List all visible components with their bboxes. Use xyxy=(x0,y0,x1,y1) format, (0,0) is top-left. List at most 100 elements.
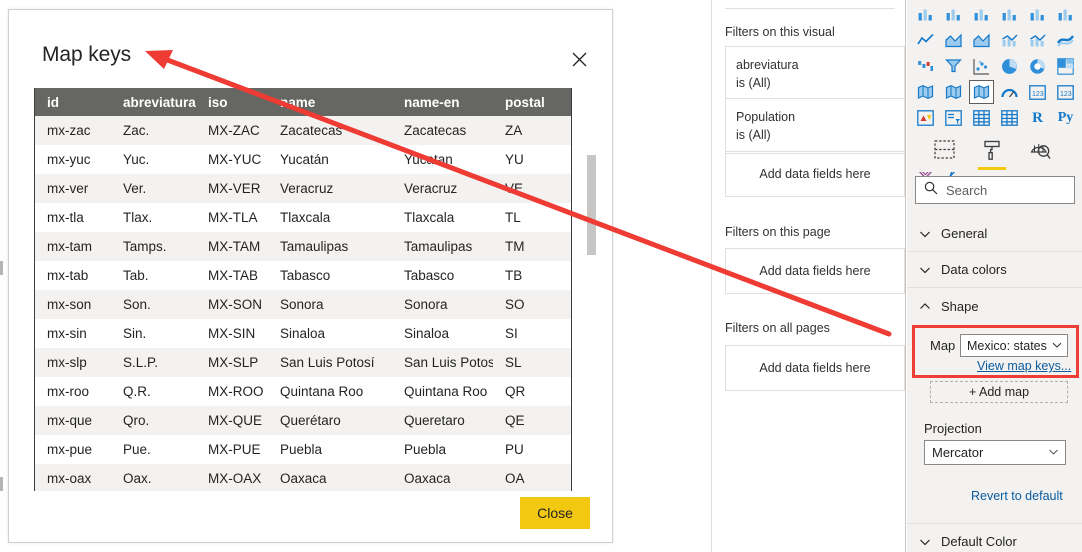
table-row: mx-son Son. MX-SON Sonora Sonora SO xyxy=(35,290,571,319)
slicer-icon[interactable] xyxy=(941,106,966,130)
table-cell-name-en: Veracruz xyxy=(404,181,458,196)
table-cell-name: Tabasco xyxy=(280,268,331,283)
filters-on-this-page-title: Filters on this page xyxy=(725,225,831,239)
table-cell-iso: MX-PUE xyxy=(208,442,261,457)
format-section-label: Default Color xyxy=(941,534,1017,549)
filters-on-this-visual-title: Filters on this visual xyxy=(725,25,835,39)
format-section-general[interactable]: General xyxy=(907,216,1082,252)
viz-pane-tabs xyxy=(907,134,1082,172)
table-cell-abreviatura: Ver. xyxy=(123,181,147,196)
table-cell-abreviatura: Pue. xyxy=(123,442,151,457)
revert-to-default-link[interactable]: Revert to default xyxy=(971,489,1063,503)
close-icon[interactable] xyxy=(566,46,592,72)
table-cell-name-en: Yucatan xyxy=(404,152,453,167)
line-and-stacked-column-chart-icon[interactable] xyxy=(997,28,1022,52)
filter-dropzone-page[interactable]: Add data fields here xyxy=(725,248,905,294)
map-select[interactable]: Mexico: states xyxy=(960,334,1068,357)
donut-chart-icon[interactable] xyxy=(1025,54,1050,78)
table-cell-name-en: Zacatecas xyxy=(404,123,467,138)
map-icon[interactable] xyxy=(913,80,938,104)
format-tab[interactable] xyxy=(977,138,1007,170)
format-section-data-colors[interactable]: Data colors xyxy=(907,252,1082,288)
table-cell-postal: TB xyxy=(505,268,523,283)
stacked-bar-chart-icon[interactable] xyxy=(913,2,938,26)
clustered-column-chart-icon[interactable] xyxy=(997,2,1022,26)
table-scrollbar-thumb[interactable] xyxy=(587,155,596,255)
chevron-down-icon xyxy=(919,536,931,548)
table-cell-id: mx-zac xyxy=(47,123,91,138)
close-button[interactable]: Close xyxy=(520,497,590,529)
table-row: mx-ver Ver. MX-VER Veracruz Veracruz VE xyxy=(35,174,571,203)
projection-select[interactable]: Mercator xyxy=(924,440,1066,465)
table-cell-id: mx-yuc xyxy=(47,152,91,167)
table-cell-id: mx-roo xyxy=(47,384,90,399)
add-map-button[interactable]: + Add map xyxy=(930,381,1068,403)
card-icon[interactable]: 123 xyxy=(1025,80,1050,104)
chevron-down-icon xyxy=(919,228,931,240)
multi-row-card-icon[interactable]: 123 xyxy=(1053,80,1078,104)
table-cell-name: Tamaulipas xyxy=(280,239,349,254)
table-cell-postal: SO xyxy=(505,297,525,312)
pie-chart-icon[interactable] xyxy=(997,54,1022,78)
table-cell-postal: SL xyxy=(505,355,522,370)
table-cell-name-en: Oaxaca xyxy=(404,471,451,486)
treemap-icon[interactable] xyxy=(1053,54,1078,78)
chevron-down-icon xyxy=(1052,339,1062,353)
table-cell-name: Sonora xyxy=(280,297,324,312)
search-placeholder-text: Search xyxy=(946,182,988,198)
map-keys-table-body: mx-zac Zac. MX-ZAC Zacatecas Zacatecas ZA mx-y… xyxy=(35,116,571,491)
table-cell-id: mx-pue xyxy=(47,442,93,457)
table-cell-abreviatura: Qro. xyxy=(123,413,150,428)
format-tab-active-indicator xyxy=(978,167,1006,170)
r-script-visual-icon[interactable]: R xyxy=(1025,106,1050,130)
line-chart-icon[interactable] xyxy=(913,28,938,52)
scatter-chart-icon[interactable] xyxy=(969,54,994,78)
stacked-column-chart-icon[interactable] xyxy=(941,2,966,26)
filters-divider xyxy=(725,8,895,9)
filter-card-abreviatura[interactable]: abreviatura is (All) xyxy=(725,46,905,102)
table-icon[interactable] xyxy=(969,106,994,130)
shape-map-icon[interactable] xyxy=(969,80,994,104)
100-stacked-column-chart-icon[interactable] xyxy=(1053,2,1078,26)
gauge-icon[interactable] xyxy=(997,80,1022,104)
filled-map-icon[interactable] xyxy=(941,80,966,104)
filters-pane: Filters on this visual · · · abreviatura… xyxy=(711,0,906,552)
analytics-tab[interactable] xyxy=(1025,138,1055,168)
column-header-postal: postal xyxy=(493,88,571,116)
table-cell-iso: MX-YUC xyxy=(208,152,262,167)
projection-label: Projection xyxy=(924,421,982,436)
column-header-name-en: name-en xyxy=(392,88,493,116)
table-cell-iso: MX-TAM xyxy=(208,239,261,254)
format-section-shape[interactable]: Shape xyxy=(907,288,1082,324)
area-chart-icon[interactable] xyxy=(941,28,966,52)
table-cell-id: mx-son xyxy=(47,297,92,312)
chevron-up-icon xyxy=(919,300,931,312)
filter-dropzone-all-pages[interactable]: Add data fields here xyxy=(725,345,905,391)
table-cell-name-en: San Luis Potosi xyxy=(404,355,493,370)
filter-card-condition: is (All) xyxy=(736,128,771,142)
python-visual-icon[interactable]: Py xyxy=(1053,106,1078,130)
clustered-bar-chart-icon[interactable] xyxy=(969,2,994,26)
table-cell-postal: YU xyxy=(505,152,524,167)
table-cell-name: San Luis Potosí xyxy=(280,355,375,370)
table-scrollbar-track[interactable] xyxy=(587,88,596,491)
funnel-chart-icon[interactable] xyxy=(941,54,966,78)
ribbon-chart-icon[interactable] xyxy=(1053,28,1078,52)
table-cell-postal: TL xyxy=(505,210,521,225)
table-cell-name-en: Tabasco xyxy=(404,268,455,283)
line-and-clustered-column-chart-icon[interactable] xyxy=(1025,28,1050,52)
filter-dropzone-visual[interactable]: Add data fields here xyxy=(725,151,905,197)
filter-card-population[interactable]: Population is (All) xyxy=(725,98,905,154)
svg-text:123: 123 xyxy=(1060,91,1072,98)
matrix-icon[interactable] xyxy=(997,106,1022,130)
100-stacked-bar-chart-icon[interactable] xyxy=(1025,2,1050,26)
fields-tab[interactable] xyxy=(929,138,959,168)
format-section-default-color[interactable]: Default Color xyxy=(907,523,1082,552)
table-cell-abreviatura: S.L.P. xyxy=(123,355,159,370)
format-search-input[interactable]: Search xyxy=(915,176,1075,204)
stacked-area-chart-icon[interactable] xyxy=(969,28,994,52)
view-map-keys-link[interactable]: View map keys... xyxy=(977,359,1071,373)
projection-select-value: Mercator xyxy=(932,445,984,460)
kpi-icon[interactable] xyxy=(913,106,938,130)
waterfall-chart-icon[interactable] xyxy=(913,54,938,78)
